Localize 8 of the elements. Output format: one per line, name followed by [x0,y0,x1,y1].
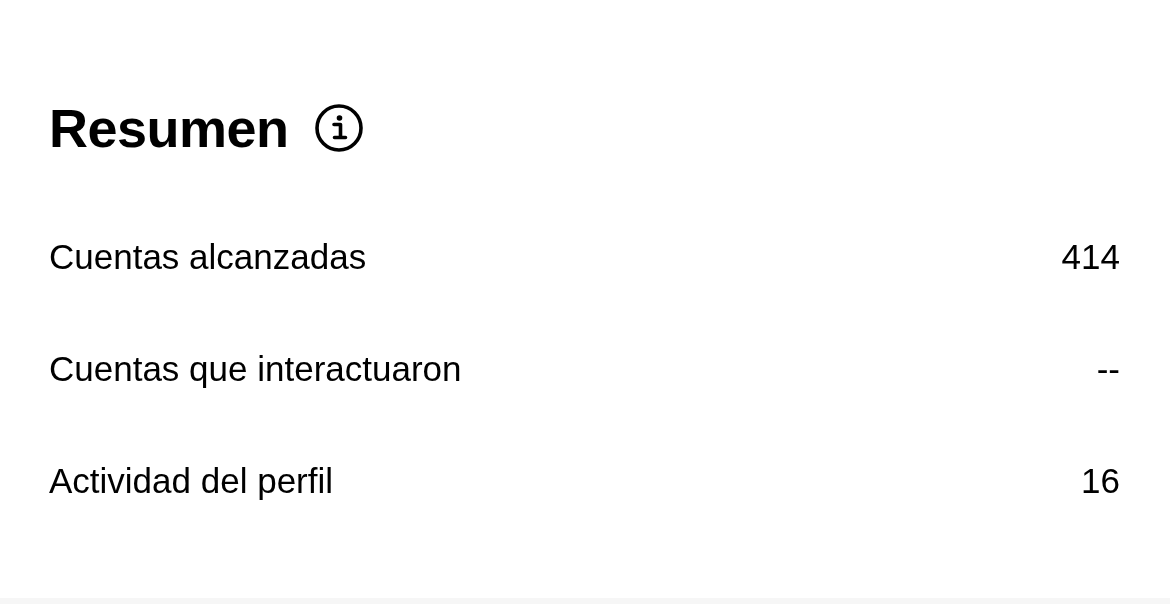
metric-label: Cuentas que interactuaron [49,350,462,386]
section-title: Resumen [49,101,289,155]
info-icon[interactable] [314,104,363,152]
metric-label: Cuentas alcanzadas [49,238,367,274]
metric-value: 414 [1061,238,1120,274]
metric-value: 16 [1081,462,1120,498]
metric-label: Actividad del perfil [49,462,334,498]
metric-value: -- [1096,350,1120,386]
